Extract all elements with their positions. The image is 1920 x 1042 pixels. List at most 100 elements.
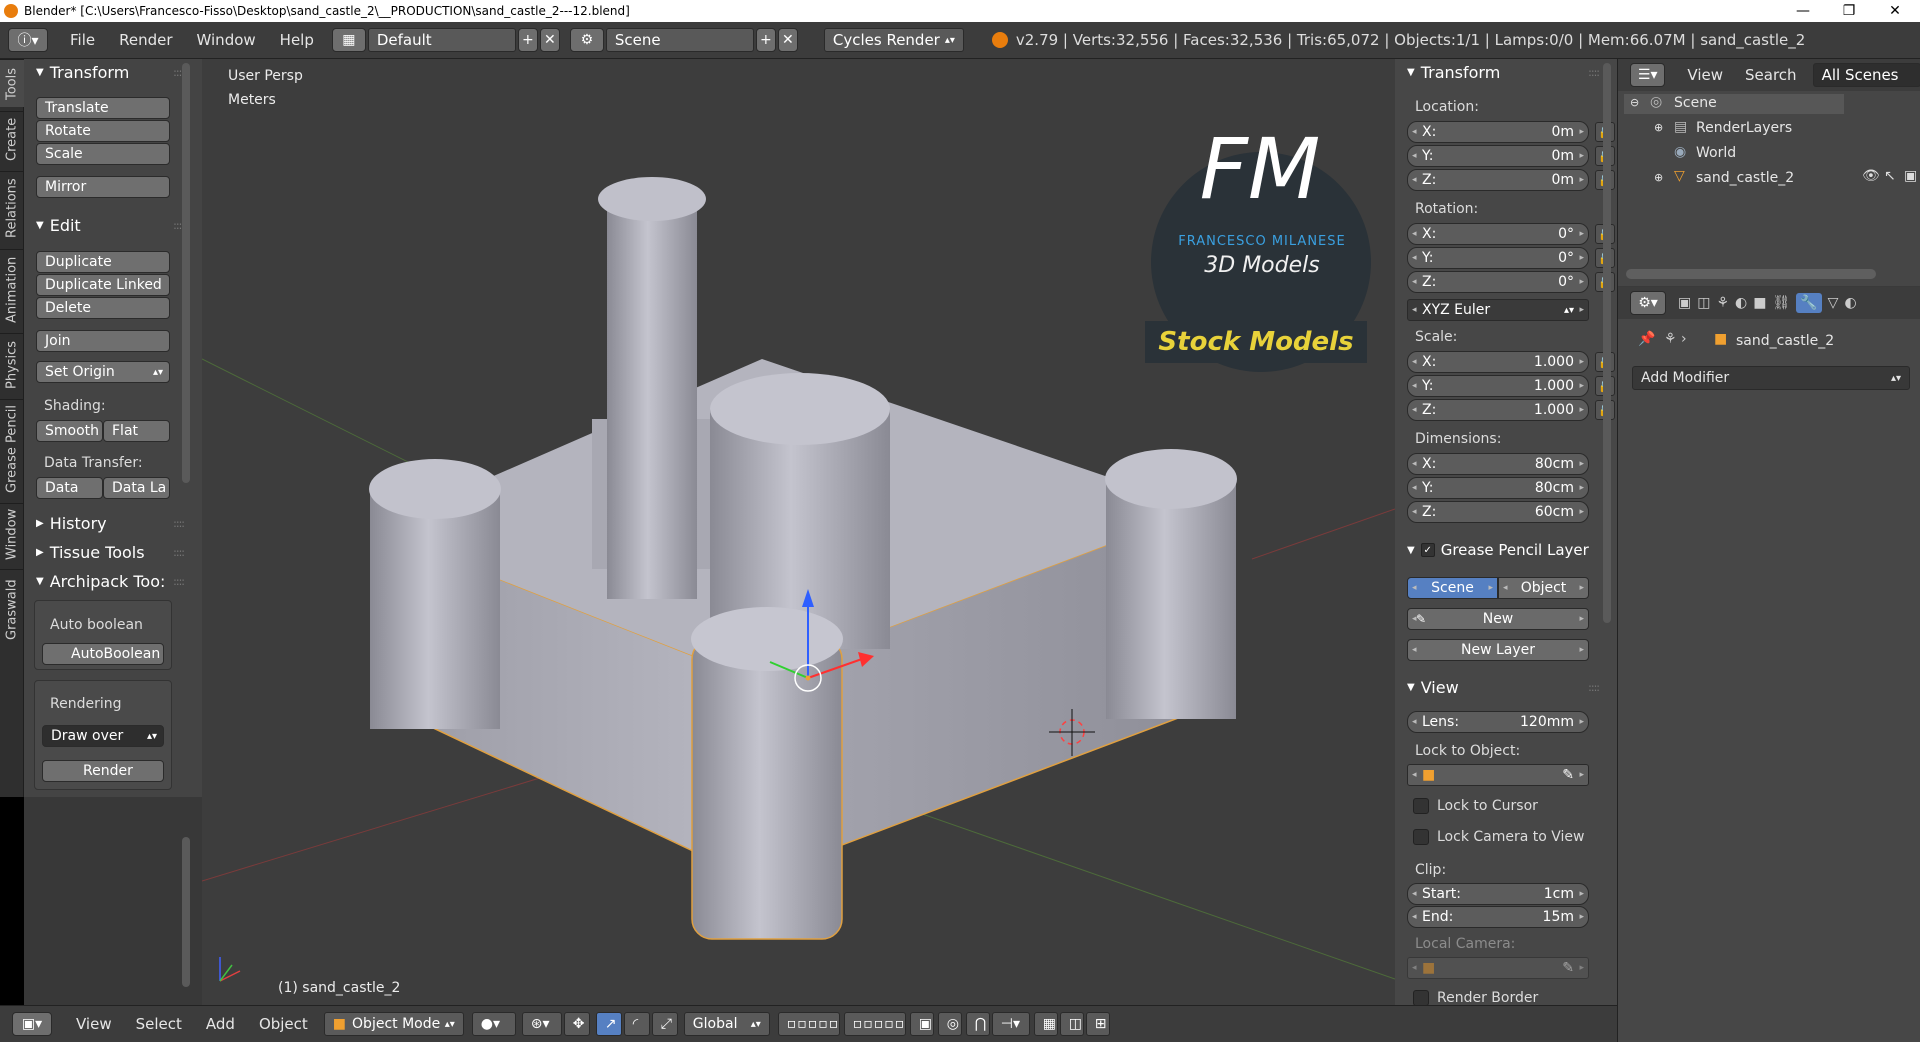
outliner-item-world[interactable]: World — [1696, 145, 1736, 161]
clip-end-field[interactable]: End:15m — [1407, 906, 1589, 928]
close-button[interactable]: ✕ — [1872, 0, 1918, 22]
add-layout-icon[interactable]: + — [517, 28, 538, 52]
scale-manipulator-icon[interactable]: ⤢ — [651, 1012, 678, 1036]
add-modifier-select[interactable]: Add Modifier ▴▾ — [1632, 366, 1910, 390]
tab-graswald[interactable]: Graswald — [0, 569, 24, 649]
translate-manipulator-icon[interactable]: ↗ — [595, 1012, 622, 1036]
visibility-eye-icon[interactable]: 👁 — [1862, 168, 1880, 184]
location-z-field[interactable]: Z:0m — [1407, 169, 1589, 191]
modifier-wrench-icon[interactable]: 🔧 — [1796, 293, 1822, 313]
tab-animation[interactable]: Animation — [0, 249, 24, 329]
draw-over-select[interactable]: Draw over ▴▾ — [42, 725, 164, 747]
outliner-item-scene[interactable]: Scene — [1674, 95, 1717, 111]
rotate-button[interactable]: Rotate — [36, 120, 170, 142]
grease-scene-button[interactable]: Scene — [1407, 577, 1498, 599]
render-viewport-icon[interactable]: ⊞ — [1085, 1012, 1110, 1036]
expand-scene-icon[interactable]: ⊖ — [1630, 96, 1639, 109]
render-animation-icon[interactable]: ◫ — [1059, 1012, 1084, 1036]
location-x-field[interactable]: X:0m — [1407, 121, 1589, 143]
tissue-tools-panel-header[interactable]: ▶ Tissue Tools:::: — [24, 539, 202, 565]
location-y-field[interactable]: Y:0m — [1407, 145, 1589, 167]
scale-y-field[interactable]: Y:1.000 — [1407, 375, 1589, 397]
outliner-display-filter[interactable]: All Scenes — [1812, 63, 1920, 87]
layers-grid-1[interactable]: ▫▫▫▫▫ — [777, 1012, 840, 1036]
menu-render[interactable]: Render — [119, 31, 172, 49]
outliner-editor-type-icon[interactable]: ☰▾ — [1630, 63, 1666, 87]
operator-scrollbar[interactable] — [182, 837, 190, 987]
scale-x-field[interactable]: X:1.000 — [1407, 351, 1589, 373]
tab-create[interactable]: Create — [0, 111, 24, 167]
dimensions-y-field[interactable]: Y:80cm — [1407, 477, 1589, 499]
render-button[interactable]: Render — [42, 760, 164, 782]
clip-start-field[interactable]: Start:1cm — [1407, 883, 1589, 905]
screen-layout-icon[interactable]: ▦ — [331, 28, 366, 52]
duplicate-linked-button[interactable]: Duplicate Linked — [36, 274, 170, 296]
tab-grease-pencil[interactable]: Grease Pencil — [0, 399, 24, 499]
history-panel-header[interactable]: ▶ History:::: — [24, 510, 202, 536]
rotation-mode-select[interactable]: XYZ Euler▴▾ — [1407, 299, 1589, 321]
menu-object[interactable]: Object — [259, 1015, 308, 1033]
proportional-edit-icon[interactable]: ◎ — [937, 1012, 962, 1036]
expand-object-icon[interactable]: ⊕ — [1654, 171, 1663, 184]
lens-field[interactable]: Lens:120mm — [1407, 711, 1589, 733]
menu-view[interactable]: View — [76, 1015, 112, 1033]
outliner-search-menu[interactable]: Search — [1745, 66, 1797, 84]
n-transform-header[interactable]: ▼ Transform:::: — [1395, 59, 1617, 85]
interaction-mode-select[interactable]: ■ Object Mode ▴▾ — [323, 1012, 464, 1036]
join-button[interactable]: Join — [36, 330, 170, 352]
pivot-point-select[interactable]: ⊛▾ — [521, 1012, 562, 1036]
data-layout-button[interactable]: Data La — [103, 477, 170, 499]
add-scene-icon[interactable]: + — [755, 28, 776, 52]
archipack-panel-header[interactable]: ▼ Archipack Too::::: — [24, 568, 202, 594]
maximize-button[interactable]: ❐ — [1826, 0, 1872, 22]
minimize-button[interactable]: — — [1780, 0, 1826, 22]
selectability-cursor-icon[interactable]: ↖ — [1884, 168, 1896, 184]
editor-type-info-icon[interactable]: ⓘ▾ — [8, 28, 48, 52]
menu-help[interactable]: Help — [280, 31, 314, 49]
pin-icon[interactable]: 📌 — [1638, 331, 1655, 347]
tab-relations[interactable]: Relations — [0, 171, 24, 245]
dimensions-z-field[interactable]: Z:60cm — [1407, 501, 1589, 523]
mirror-button[interactable]: Mirror — [36, 176, 170, 198]
snap-magnet-icon[interactable]: ⋂ — [965, 1012, 990, 1036]
menu-select[interactable]: Select — [136, 1015, 182, 1033]
dimensions-x-field[interactable]: X:80cm — [1407, 453, 1589, 475]
render-engine-select[interactable]: Cycles Render ▴▾ — [823, 28, 964, 52]
properties-more-icons[interactable]: ▽◐ — [1828, 295, 1863, 311]
layer-lock-icon[interactable]: ▣ — [909, 1012, 934, 1036]
scale-z-field[interactable]: Z:1.000 — [1407, 399, 1589, 421]
snap-element-select[interactable]: ⊣▾ — [991, 1012, 1030, 1036]
translate-button[interactable]: Translate — [36, 97, 170, 119]
menu-file[interactable]: File — [70, 31, 95, 49]
view-panel-header[interactable]: ▼ View:::: — [1395, 674, 1617, 700]
toolshelf-scrollbar[interactable] — [182, 63, 190, 483]
view3d-editor-type-icon[interactable]: ▣▾ — [12, 1012, 52, 1036]
scene-field[interactable]: Scene — [605, 28, 754, 52]
grease-new-button[interactable]: ✎New — [1407, 608, 1589, 630]
render-border-checkbox[interactable] — [1413, 990, 1429, 1005]
rotation-x-field[interactable]: X:0° — [1407, 223, 1589, 245]
autoboolean-button[interactable]: AutoBoolean — [42, 643, 164, 665]
screen-layout-field[interactable]: Default — [367, 28, 516, 52]
eyedropper-icon[interactable]: ✎ — [1562, 767, 1574, 783]
viewport-shading-select[interactable]: ●▾ — [471, 1012, 516, 1036]
lock-to-cursor-checkbox[interactable] — [1413, 798, 1429, 814]
set-origin-select[interactable]: Set Origin ▴▾ — [36, 361, 170, 383]
outliner-item-renderlayers[interactable]: RenderLayers — [1696, 120, 1792, 136]
render-opengl-icon[interactable]: ▦ — [1033, 1012, 1058, 1036]
flat-button[interactable]: Flat — [103, 420, 170, 442]
smooth-button[interactable]: Smooth — [36, 420, 103, 442]
renderability-camera-icon[interactable]: ▣ — [1904, 168, 1917, 184]
delete-button[interactable]: Delete — [36, 297, 170, 319]
duplicate-button[interactable]: Duplicate — [36, 251, 170, 273]
rotation-z-field[interactable]: Z:0° — [1407, 271, 1589, 293]
outliner-h-scrollbar[interactable] — [1626, 269, 1876, 279]
grease-pencil-layer-header[interactable]: ▼ ✓ Grease Pencil Layer — [1395, 537, 1617, 563]
remove-scene-icon[interactable]: ✕ — [777, 28, 798, 52]
edit-panel-header[interactable]: ▼ Edit:::: — [24, 212, 202, 238]
tab-tools[interactable]: Tools — [0, 59, 24, 107]
expand-renderlayers-icon[interactable]: ⊕ — [1654, 121, 1663, 134]
3d-viewport[interactable]: User Persp Meters (1) sand_castle_2 FM F… — [202, 59, 1395, 1005]
tab-window[interactable]: Window — [0, 503, 24, 565]
scene-selector-icon[interactable]: ⚙ — [569, 28, 604, 52]
